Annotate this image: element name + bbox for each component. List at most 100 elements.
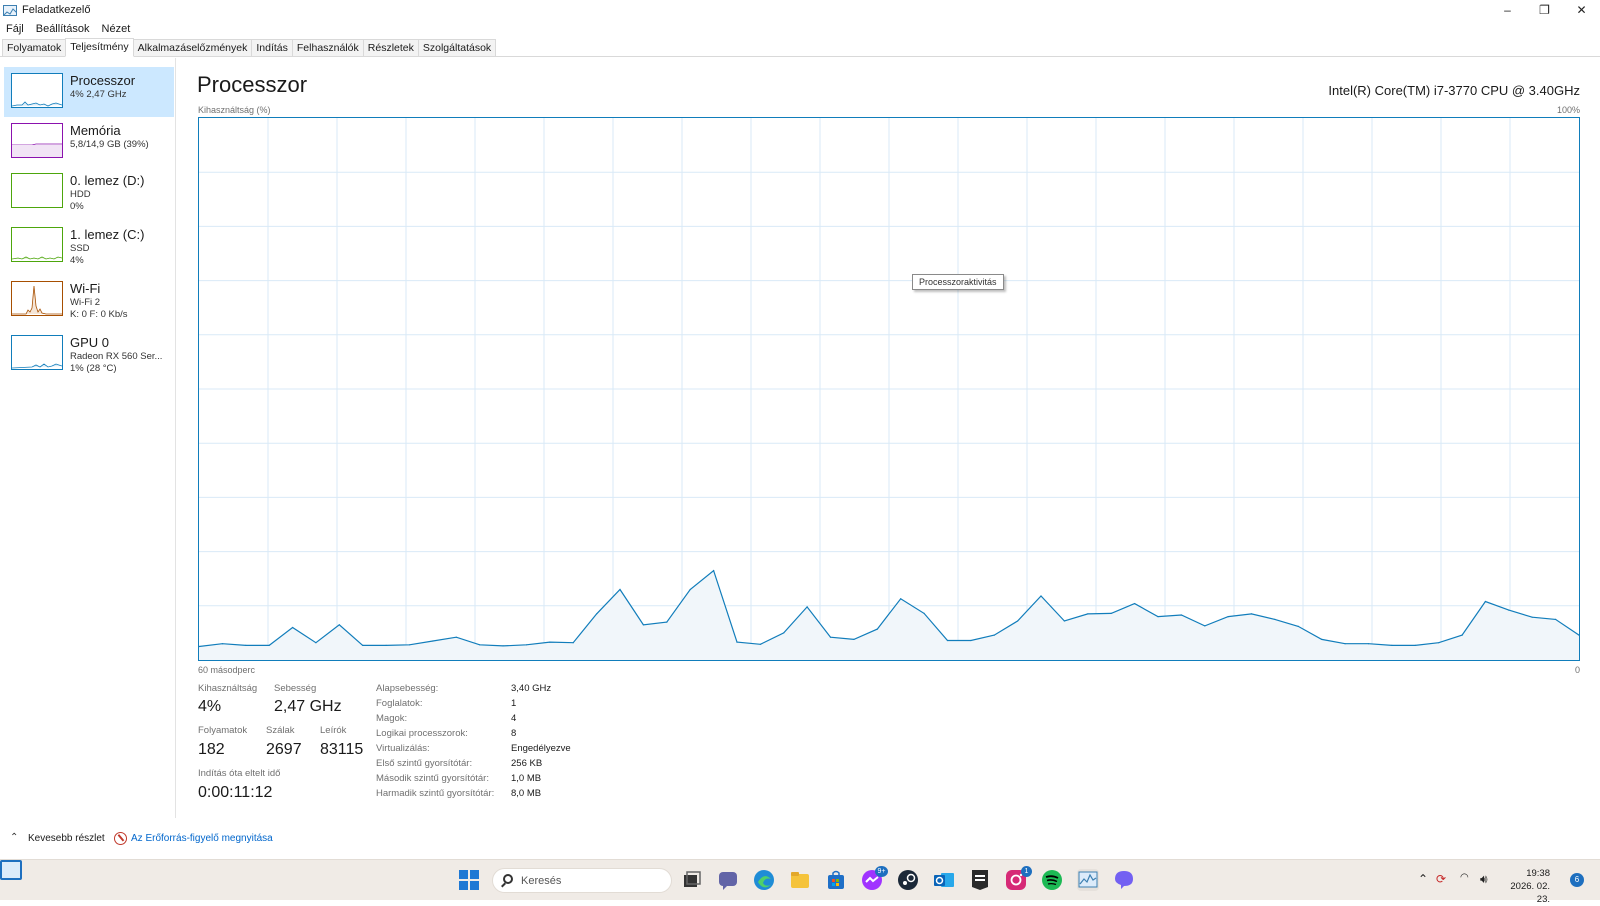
- cpu-usage-point: [315, 642, 317, 644]
- cpu-usage-point: [1438, 642, 1440, 644]
- instagram-notification-badge: 1: [1021, 866, 1032, 877]
- sidebar-item-detail: 0%: [70, 201, 84, 212]
- menu-view[interactable]: Nézet: [96, 23, 137, 35]
- epic-games-icon[interactable]: [969, 869, 991, 891]
- uptime-value: 0:00:11:12: [198, 784, 273, 801]
- tab-services[interactable]: Szolgáltatások: [417, 39, 497, 56]
- chart-y-label: Kihasználtság (%): [198, 105, 271, 115]
- search-icon: [503, 874, 513, 884]
- notification-center-badge[interactable]: 6: [1570, 873, 1584, 887]
- spec-value: 8,0 MB: [511, 788, 542, 799]
- microsoft-store-icon[interactable]: [825, 869, 847, 891]
- sidebar-item-disk-d[interactable]: 0. lemez (D:) HDD 0%: [4, 167, 174, 217]
- file-explorer-icon[interactable]: [789, 869, 811, 891]
- wifi-icon[interactable]: ◠: [1460, 872, 1469, 883]
- sidebar-item-gpu[interactable]: GPU 0 Radeon RX 560 Ser... 1% (28 °C): [4, 329, 174, 379]
- sidebar-item-cpu[interactable]: Processzor 4% 2,47 GHz: [4, 67, 174, 117]
- cpu-usage-point: [1110, 612, 1112, 614]
- cpu-usage-point: [619, 588, 621, 591]
- disk-d-thumbnail-graph: [11, 173, 63, 208]
- tab-details[interactable]: Részletek: [362, 39, 419, 56]
- cpu-usage-point: [1180, 614, 1182, 616]
- cpu-usage-point: [876, 628, 878, 630]
- tab-app-history[interactable]: Alkalmazáselőzmények: [132, 39, 253, 56]
- cpu-usage-point: [783, 632, 785, 634]
- cpu-chart-svg: [199, 118, 1579, 660]
- cpu-usage-point: [829, 636, 832, 638]
- fewer-details-button[interactable]: Kevesebb részlet: [28, 833, 105, 844]
- uptime-label: Indítás óta eltelt idő: [198, 768, 281, 779]
- tab-startup[interactable]: Indítás: [251, 39, 293, 56]
- sidebar-item-memory[interactable]: Memória 5,8/14,9 GB (39%): [4, 117, 174, 167]
- speed-value: 2,47 GHz: [274, 698, 342, 715]
- taskbar-search-box[interactable]: Keresés: [492, 868, 672, 893]
- steam-icon[interactable]: [897, 869, 919, 891]
- teams-chat-icon[interactable]: [717, 869, 739, 891]
- restore-button[interactable]: ❐: [1526, 0, 1563, 20]
- spotify-icon[interactable]: [1041, 869, 1063, 891]
- cpu-usage-point: [970, 639, 972, 642]
- util-value: 4%: [198, 698, 222, 715]
- cpu-usage-point: [525, 644, 528, 646]
- spec-value: 8: [511, 728, 517, 739]
- handles-label: Leírók: [320, 725, 347, 736]
- cpu-usage-point: [1087, 613, 1089, 615]
- cpu-usage-point: [1508, 609, 1510, 611]
- cpu-usage-point: [736, 641, 738, 643]
- widgets-icon[interactable]: [0, 860, 22, 880]
- cpu-usage-point: [1297, 625, 1299, 627]
- spec-value: Engedélyezve: [511, 743, 571, 754]
- open-resource-monitor-link[interactable]: Az Erőforrás-figyelő megnyitása: [131, 833, 273, 844]
- chevron-up-icon[interactable]: ⌃: [10, 832, 18, 843]
- cpu-usage-point: [549, 641, 551, 643]
- start-menu-icon[interactable]: [458, 869, 480, 891]
- tab-processes[interactable]: Folyamatok: [2, 39, 67, 56]
- cpu-usage-point: [946, 639, 949, 642]
- cpu-usage-point: [1063, 620, 1065, 622]
- util-label: Kihasználtság: [198, 683, 258, 694]
- close-button[interactable]: ✕: [1563, 0, 1600, 20]
- cpu-usage-point: [1040, 595, 1042, 597]
- sidebar-item-disk-c[interactable]: 1. lemez (C:) SSD 4%: [4, 221, 174, 271]
- cpu-usage-point: [408, 644, 411, 646]
- viber-icon[interactable]: [1113, 869, 1135, 891]
- cpu-usage-point: [479, 644, 481, 646]
- sidebar-item-adapter: Wi-Fi 2: [70, 297, 101, 308]
- show-hidden-icons-chevron-icon[interactable]: ⌃: [1418, 872, 1428, 886]
- menu-file[interactable]: Fájl: [0, 23, 30, 35]
- task-view-icon[interactable]: [681, 869, 703, 891]
- processes-value: 182: [198, 741, 225, 758]
- sidebar-item-wifi[interactable]: Wi-Fi Wi-Fi 2 K: 0 F: 0 Kb/s: [4, 275, 174, 325]
- spec-value: 256 KB: [511, 758, 543, 769]
- cpu-usage-point: [1414, 644, 1416, 647]
- cpu-usage-point: [1227, 616, 1229, 618]
- spec-value: 1: [511, 698, 517, 709]
- taskbar: Keresés 9+ 1 ⌃ ⟳ ◠ 🔊︎ 19:38 2026. 02. 23…: [0, 859, 1600, 905]
- cpu-usage-point: [759, 643, 762, 645]
- cpu-usage-point: [689, 588, 691, 591]
- sidebar-item-detail: 4%: [70, 255, 84, 266]
- edge-browser-icon[interactable]: [753, 869, 775, 891]
- cpu-usage-point: [1391, 644, 1393, 647]
- system-clock[interactable]: 19:38 2026. 02. 23.: [1504, 867, 1550, 906]
- sidebar-item-type: SSD: [70, 243, 90, 254]
- messenger-notification-badge: 9+: [875, 866, 888, 877]
- tab-users[interactable]: Felhasználók: [291, 39, 364, 56]
- spec-value: 4: [511, 713, 517, 724]
- clock-time: 19:38: [1526, 868, 1550, 879]
- spec-label: Foglalatok:: [376, 698, 423, 709]
- volume-icon[interactable]: 🔊︎: [1480, 872, 1488, 887]
- tab-performance[interactable]: Teljesítmény: [65, 38, 134, 57]
- cpu-model-name: Intel(R) Core(TM) i7-3770 CPU @ 3.40GHz: [1328, 83, 1580, 98]
- tab-strip: Folyamatok Teljesítmény Alkalmazáselőzmé…: [0, 38, 1600, 57]
- outlook-icon[interactable]: [933, 869, 955, 891]
- task-manager-taskbar-icon[interactable]: [1077, 869, 1099, 891]
- cpu-usage-point: [455, 636, 457, 638]
- minimize-button[interactable]: –: [1489, 0, 1526, 20]
- menu-settings[interactable]: Beállítások: [30, 23, 96, 35]
- cpu-usage-point: [900, 598, 902, 600]
- sync-icon[interactable]: ⟳: [1436, 872, 1446, 886]
- cpu-usage-point: [572, 642, 574, 644]
- cpu-usage-point: [1017, 620, 1019, 622]
- cpu-usage-chart[interactable]: [198, 117, 1580, 661]
